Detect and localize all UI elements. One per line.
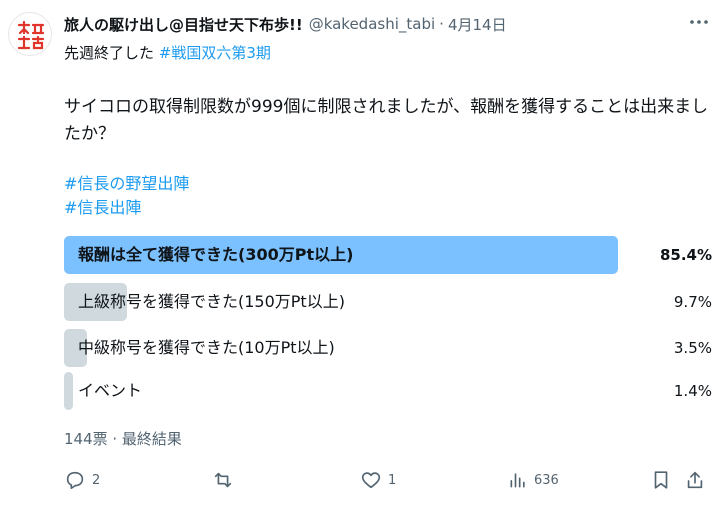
- poll-option-label: 報酬は全て獲得できた(300万Pt以上): [78, 245, 354, 264]
- share-icon: [687, 471, 703, 489]
- poll-option: イベント 1.4%: [64, 372, 716, 410]
- poll-option-percent: 85.4%: [659, 246, 712, 264]
- bookmark-icon: [654, 471, 668, 489]
- repost-button[interactable]: [212, 462, 234, 498]
- like-icon: [361, 472, 381, 489]
- repost-icon: [214, 472, 232, 488]
- like-count: 1: [388, 472, 397, 488]
- poll-summary: 144票 · 最終結果: [64, 430, 182, 448]
- bookmark-button[interactable]: [650, 462, 672, 498]
- views-button[interactable]: 636: [508, 462, 559, 498]
- post-line1: 先週終了した #戦国双六第3期: [64, 42, 271, 63]
- reply-icon: [66, 471, 84, 490]
- avatar[interactable]: [8, 12, 52, 56]
- poll-option: 上級称号を獲得できた(150万Pt以上) 9.7%: [64, 283, 716, 321]
- action-bar: 2 1 636: [64, 462, 714, 498]
- reply-button[interactable]: 2: [64, 462, 100, 498]
- poll-option-percent: 3.5%: [673, 339, 712, 357]
- post-tags: #信長の野望出陣 #信長出陣: [64, 172, 189, 220]
- hashtag-link[interactable]: #戦国双六第3期: [159, 44, 271, 62]
- poll-option: 報酬は全て獲得できた(300万Pt以上) 85.4%: [64, 236, 716, 274]
- share-button[interactable]: [684, 462, 706, 498]
- post-header: 旅人の駆け出し@目指せ天下布歩!! @kakedashi_tabi · 4月14…: [64, 12, 725, 36]
- poll-bar: [64, 372, 73, 410]
- display-name[interactable]: 旅人の駆け出し@目指せ天下布歩!!: [64, 14, 303, 35]
- header-separator: ·: [439, 15, 444, 33]
- views-count: 636: [534, 472, 559, 488]
- reply-count: 2: [92, 472, 101, 488]
- post-date[interactable]: 4月14日: [448, 14, 507, 35]
- more-button[interactable]: [687, 10, 711, 34]
- hashtag-link[interactable]: #信長出陣: [64, 196, 189, 220]
- avatar-logo-icon: [17, 20, 45, 50]
- like-button[interactable]: 1: [360, 462, 396, 498]
- poll-option-label: 中級称号を獲得できた(10万Pt以上): [78, 338, 335, 357]
- poll-option-percent: 9.7%: [673, 293, 712, 311]
- poll-option-label: 上級称号を獲得できた(150万Pt以上): [78, 292, 345, 311]
- user-handle[interactable]: @kakedashi_tabi: [309, 15, 435, 33]
- hashtag-link[interactable]: #信長の野望出陣: [64, 172, 189, 196]
- poll-option-percent: 1.4%: [673, 382, 712, 400]
- more-icon: [690, 20, 708, 24]
- poll-option: 中級称号を獲得できた(10万Pt以上) 3.5%: [64, 329, 716, 367]
- line1-text: 先週終了した: [64, 44, 155, 62]
- views-icon: [510, 473, 525, 488]
- post-paragraph: サイコロの取得制限数が999個に制限されましたが、報酬を獲得することは出来ました…: [64, 97, 709, 144]
- poll-option-label: イベント: [78, 381, 143, 400]
